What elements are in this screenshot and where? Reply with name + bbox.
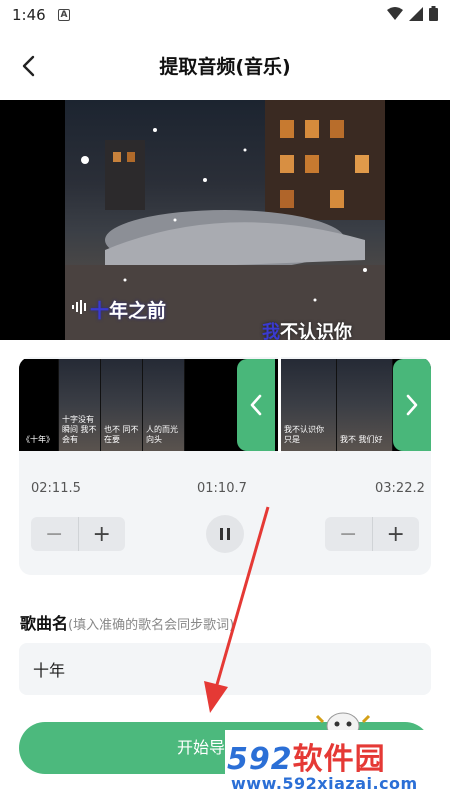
thumbnail: 我不认识你 只是 (281, 359, 337, 451)
thumbnail: 也不 同不在要 (101, 359, 143, 451)
lyric-line-bottom: 我不认识你 (262, 322, 352, 340)
end-plus-button[interactable]: + (373, 517, 420, 551)
trim-start-handle[interactable] (237, 359, 275, 451)
thumbnail: 《十年》 (19, 359, 59, 451)
signal-icon (409, 6, 423, 21)
battery-icon (429, 6, 438, 21)
end-time: 03:22.2 (375, 481, 425, 496)
notification-a-icon: A (58, 9, 70, 21)
start-time-stepper: − + (31, 517, 125, 551)
end-minus-button[interactable]: − (325, 517, 373, 551)
red-arrow-annotation (204, 506, 270, 713)
start-time: 02:11.5 (31, 481, 81, 496)
start-minus-button[interactable]: − (31, 517, 79, 551)
thumbnail: 十字没有瞬间 我不会有 (59, 359, 101, 451)
chevron-left-icon (250, 394, 262, 416)
thumbnail-strip[interactable]: 《十年》 十字没有瞬间 我不会有 也不 同不在要 人的而光 向头 我不认识你 只… (19, 359, 431, 451)
current-time: 01:10.7 (197, 481, 247, 496)
waveform-icon (72, 300, 86, 314)
video-preview[interactable]: 十年之前 我不认识你 (0, 100, 450, 340)
watermark-logo: 592软件园 www.592xiazai.com (225, 730, 450, 800)
status-icons (387, 6, 438, 21)
wifi-icon (387, 6, 403, 20)
end-time-stepper: − + (325, 517, 419, 551)
lyric-line-top: 十年之前 (90, 300, 167, 322)
page-title: 提取音频(音乐) (159, 56, 291, 78)
status-time: 1:46 (12, 6, 46, 24)
playhead-divider (278, 357, 281, 453)
thumbnail: 我不 我们好 (337, 359, 393, 451)
thumbnail: 人的而光 向头 (143, 359, 185, 451)
header: 提取音频(音乐) (0, 32, 450, 100)
status-bar: 1:46 A (0, 0, 450, 32)
start-plus-button[interactable]: + (79, 517, 126, 551)
chevron-right-icon (406, 394, 418, 416)
trim-end-handle[interactable] (393, 359, 431, 451)
